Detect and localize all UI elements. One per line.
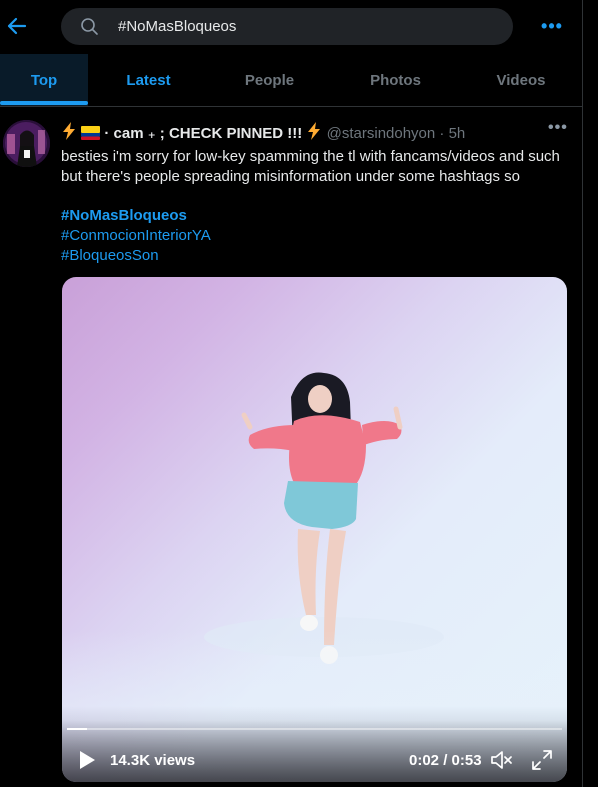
lightning-emoji-icon <box>308 122 321 140</box>
video-progress-bar[interactable] <box>67 728 562 730</box>
tweet-more-button[interactable]: ••• <box>548 119 568 137</box>
display-name[interactable]: · cam ₊ ; CHECK PINNED !!! <box>104 125 302 142</box>
lightning-emoji-icon <box>63 122 75 140</box>
tab-photos[interactable]: Photos <box>335 54 456 106</box>
tab-people[interactable]: People <box>209 54 330 106</box>
hashtag-link[interactable]: #BloqueosSon <box>61 246 211 266</box>
hashtag-link[interactable]: #ConmocionInteriorYA <box>61 226 211 246</box>
search-bar[interactable]: #NoMasBloqueos <box>61 8 513 45</box>
tab-label: Top <box>30 71 58 89</box>
fullscreen-button[interactable] <box>531 749 553 771</box>
search-icon <box>81 18 98 35</box>
colombia-flag-icon <box>81 126 101 140</box>
tab-top[interactable]: Top <box>0 54 88 106</box>
volume-muted-icon <box>491 751 512 769</box>
avatar[interactable] <box>3 120 50 167</box>
tab-videos[interactable]: Videos <box>460 54 582 106</box>
hashtag-list: #NoMasBloqueos #ConmocionInteriorYA #Blo… <box>61 206 211 266</box>
video-time: 0:02 / 0:53 <box>409 752 482 769</box>
tweet-text: besties i'm sorry for low-key spamming t… <box>61 148 560 185</box>
video-gradient <box>62 277 567 782</box>
separator-dot: · <box>439 125 445 142</box>
tab-label: Latest <box>126 71 171 89</box>
tweet[interactable]: · cam ₊ ; CHECK PINNED !!! @starsindohyo… <box>0 107 582 787</box>
video-progress-fill <box>67 728 87 730</box>
app-window: #NoMasBloqueos ••• Top Latest People Pho… <box>0 0 598 787</box>
tab-latest[interactable]: Latest <box>88 54 209 106</box>
tweet-timestamp[interactable]: 5h <box>449 125 466 142</box>
user-handle[interactable]: @starsindohyon <box>327 125 436 142</box>
avatar-image <box>3 120 50 167</box>
more-options-icon: ••• <box>548 119 568 136</box>
view-count: 14.3K views <box>110 752 196 769</box>
search-input[interactable]: #NoMasBloqueos <box>118 18 236 35</box>
mute-button[interactable] <box>490 749 514 771</box>
back-button[interactable] <box>6 14 28 38</box>
tab-label: Videos <box>496 71 546 89</box>
more-options-button[interactable]: ••• <box>540 17 564 37</box>
tweet-header: · cam ₊ ; CHECK PINNED !!! @starsindohyo… <box>61 122 465 142</box>
play-icon <box>80 751 95 769</box>
play-button[interactable] <box>78 750 96 770</box>
search-tabs: Top Latest People Photos Videos <box>0 54 582 107</box>
tab-label: Photos <box>370 71 421 89</box>
hashtag-link[interactable]: #NoMasBloqueos <box>61 206 211 226</box>
tab-label: People <box>244 71 295 89</box>
video-player[interactable]: 14.3K views 0:02 / 0:53 <box>62 277 567 782</box>
more-options-icon: ••• <box>541 16 563 36</box>
header: #NoMasBloqueos ••• <box>0 0 582 54</box>
column-divider <box>582 0 583 787</box>
active-tab-indicator <box>0 101 88 105</box>
arrow-left-icon <box>7 17 27 35</box>
expand-icon <box>532 750 552 770</box>
